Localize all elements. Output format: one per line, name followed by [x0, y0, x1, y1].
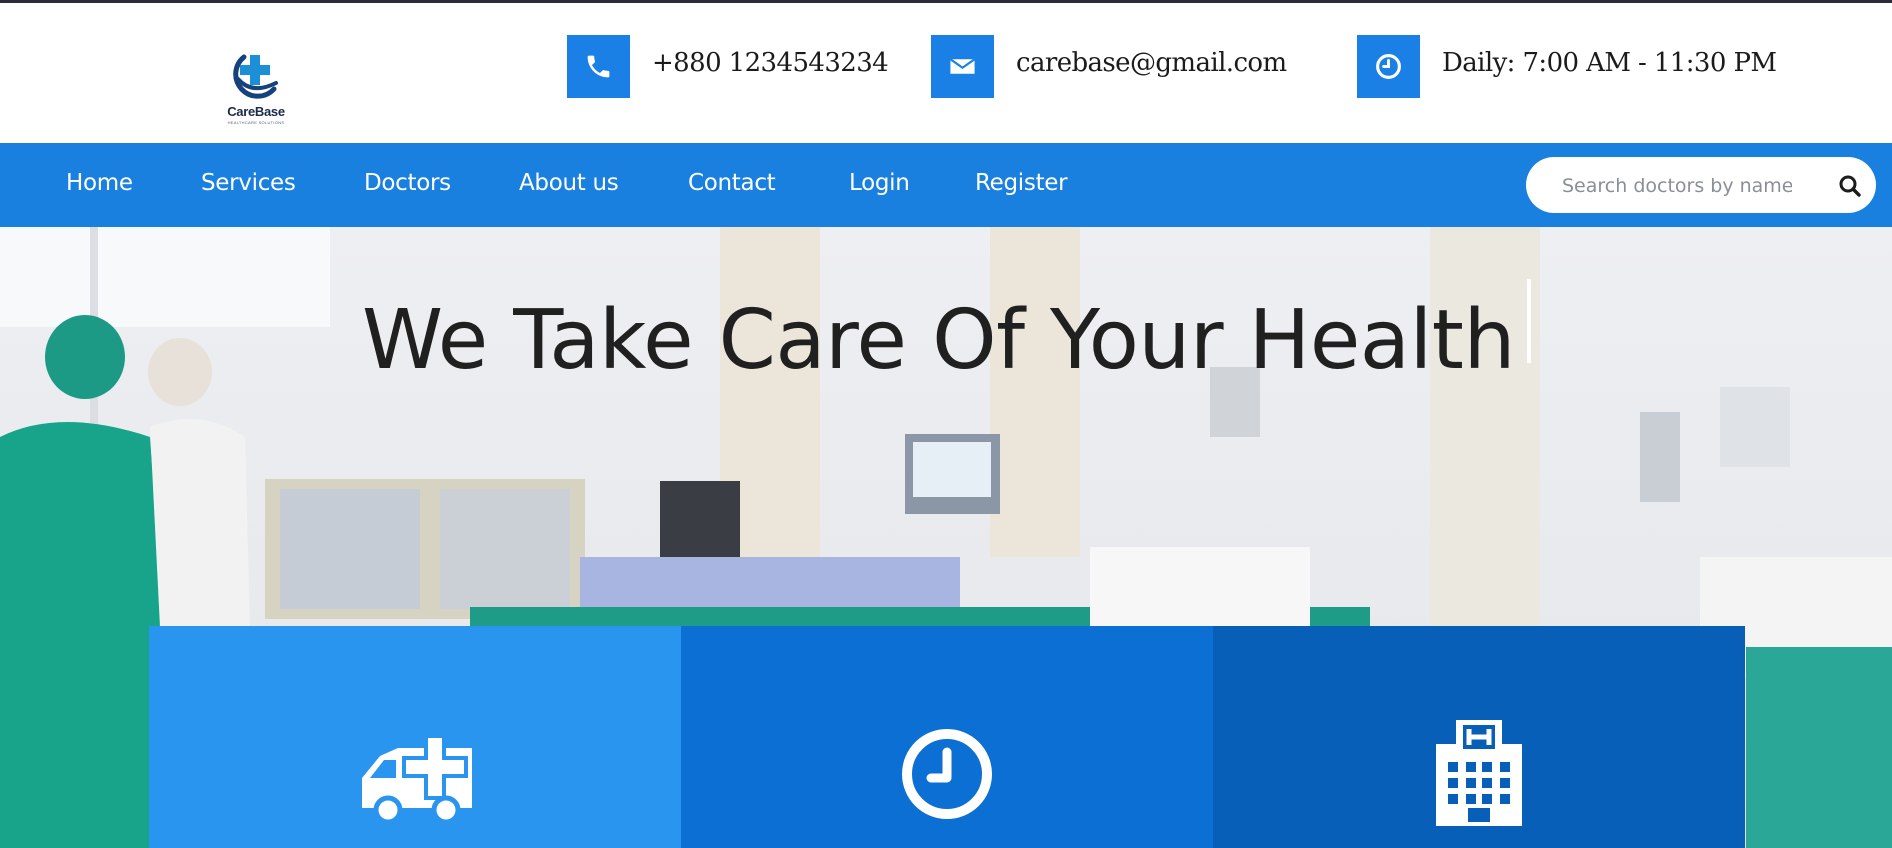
feature-hours[interactable]	[681, 626, 1213, 848]
phone-icon-box	[567, 35, 630, 98]
search-input[interactable]	[1560, 170, 1794, 202]
email-address: carebase@gmail.com	[1016, 48, 1287, 78]
phone-icon	[587, 55, 610, 78]
nav-doctors[interactable]: Doctors	[364, 170, 451, 196]
feature-hospital[interactable]	[1213, 626, 1745, 848]
logo-icon	[233, 54, 278, 99]
hours-icon-box	[1357, 35, 1420, 98]
site-header: CareBase HEALTHCARE SOLUTIONS +880 12345…	[0, 3, 1892, 143]
nav-register[interactable]: Register	[975, 170, 1068, 196]
email-icon-box	[931, 35, 994, 98]
feature-emergency[interactable]	[149, 626, 681, 848]
clock-icon	[902, 729, 992, 819]
logo-name: CareBase	[227, 104, 285, 119]
clock-icon	[1376, 54, 1401, 79]
nav-login[interactable]: Login	[849, 170, 910, 196]
nav-about-us[interactable]: About us	[519, 170, 619, 196]
opening-hours: Daily: 7:00 AM - 11:30 PM	[1442, 48, 1777, 78]
main-nav: Home Services Doctors About us Contact L…	[0, 143, 1892, 227]
envelope-icon	[949, 58, 976, 74]
nav-services[interactable]: Services	[201, 170, 296, 196]
nav-contact[interactable]: Contact	[688, 170, 776, 196]
phone-number: +880 1234543234	[652, 48, 889, 78]
logo[interactable]: CareBase HEALTHCARE SOLUTIONS	[218, 49, 294, 129]
search-icon[interactable]	[1838, 174, 1862, 198]
typing-cursor	[1527, 279, 1531, 363]
hospital-icon	[1436, 720, 1522, 826]
logo-tagline: HEALTHCARE SOLUTIONS	[227, 120, 285, 125]
nav-home[interactable]: Home	[66, 170, 133, 196]
search-box	[1526, 157, 1876, 213]
ambulance-icon	[362, 734, 472, 822]
hero-title: We Take Care Of Your Health	[362, 293, 1515, 388]
